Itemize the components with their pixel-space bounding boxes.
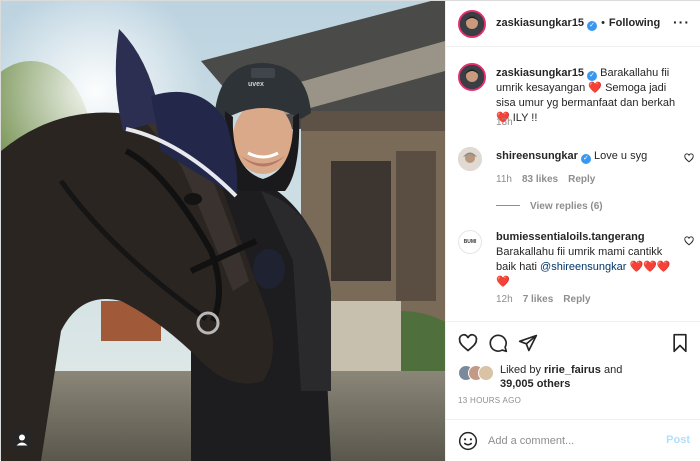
helmet-logo: uvex <box>248 81 264 88</box>
comment-username[interactable]: shireensungkar <box>496 150 578 162</box>
photo-scene <box>1 1 445 461</box>
header-line: zaskiasungkar15 ✓ • Following <box>496 17 660 31</box>
bookmark-icon[interactable] <box>670 333 690 353</box>
comment-item: shireensungkar ✓ Love u syg 11h 83 likes Re… <box>458 143 694 213</box>
liker-username[interactable]: ririe_fairus <box>544 364 601 376</box>
user-tag-icon[interactable] <box>11 429 33 451</box>
verified-badge-icon: ✓ <box>587 71 598 81</box>
avatar[interactable] <box>458 147 482 171</box>
likes-prefix: Liked by <box>500 364 545 376</box>
comment-likes[interactable]: 83 likes <box>522 174 558 185</box>
emoji-icon[interactable] <box>458 431 478 451</box>
avatar[interactable] <box>458 10 486 38</box>
reply-button[interactable]: Reply <box>568 174 595 185</box>
comment-icon[interactable] <box>488 333 508 353</box>
comment-body: Love u syg <box>593 150 648 162</box>
header-separator: • <box>601 17 605 29</box>
view-replies-button[interactable]: View replies (6) <box>496 201 603 212</box>
comment-username[interactable]: bumiessentialoils.tangerang <box>496 231 645 243</box>
likes-middle: and <box>600 364 623 376</box>
comment-likes[interactable]: 7 likes <box>523 294 554 305</box>
heart-icon[interactable] <box>458 333 478 353</box>
comment-meta: 13h <box>496 117 513 128</box>
comment-time: 11h <box>496 174 512 185</box>
following-button[interactable]: Following <box>609 17 660 29</box>
caption-comment: zaskiasungkar15 ✓ Barakallahu fii umrik k… <box>458 48 694 128</box>
comment-like-heart-icon[interactable] <box>684 153 694 163</box>
comment-meta: 11h 83 likes Reply <box>496 174 595 185</box>
instagram-post: uvex zaskiasungkar15 ✓ • Following ··· zask… <box>0 0 700 461</box>
header-username[interactable]: zaskiasungkar15 <box>496 17 584 29</box>
comment-mention-link[interactable]: @shireensungkar <box>540 261 626 273</box>
reply-button[interactable]: Reply <box>563 294 590 305</box>
comment-time: 12h <box>496 294 513 305</box>
send-icon[interactable] <box>518 333 538 353</box>
add-comment-bar: Post <box>446 419 700 461</box>
avatar[interactable] <box>458 63 486 91</box>
action-bar <box>446 321 700 361</box>
more-options-icon[interactable]: ··· <box>673 14 690 30</box>
comment-username[interactable]: zaskiasungkar15 <box>496 67 584 79</box>
post-timestamp: 13 HOURS AGO <box>458 396 522 405</box>
comment-like-heart-icon[interactable] <box>684 236 694 246</box>
verified-badge-icon: ✓ <box>587 21 598 31</box>
avatar <box>478 365 494 381</box>
post-side-panel: zaskiasungkar15 ✓ • Following ··· zaskiasun… <box>445 1 700 461</box>
post-comment-button[interactable]: Post <box>666 434 690 446</box>
comment-time: 13h <box>496 117 513 128</box>
likes-text: Liked by ririe_fairus and 39,005 others <box>500 363 622 391</box>
comment-meta: 12h 7 likes Reply <box>496 294 591 305</box>
comment-text: shireensungkar ✓ Love u syg <box>496 149 684 164</box>
comments-list: zaskiasungkar15 ✓ Barakallahu fii umrik k… <box>446 48 700 320</box>
avatar[interactable]: BUMI <box>458 230 482 254</box>
post-header: zaskiasungkar15 ✓ • Following ··· <box>446 1 700 47</box>
comment-text: bumiessentialoils.tangerang Barakallahu … <box>496 230 684 290</box>
caption-text: zaskiasungkar15 ✓ Barakallahu fii umrik k… <box>496 66 684 126</box>
post-photo[interactable]: uvex <box>1 1 445 461</box>
comment-item: BUMI bumiessentialoils.tangerang Barakal… <box>458 228 694 313</box>
likes-count[interactable]: 39,005 others <box>500 378 570 390</box>
verified-badge-icon: ✓ <box>580 154 591 164</box>
likes-summary: Liked by ririe_fairus and 39,005 others <box>458 361 694 391</box>
avatar-logo-text: BUMI <box>463 239 477 245</box>
liker-avatars <box>458 365 498 381</box>
comment-input[interactable] <box>488 432 658 450</box>
